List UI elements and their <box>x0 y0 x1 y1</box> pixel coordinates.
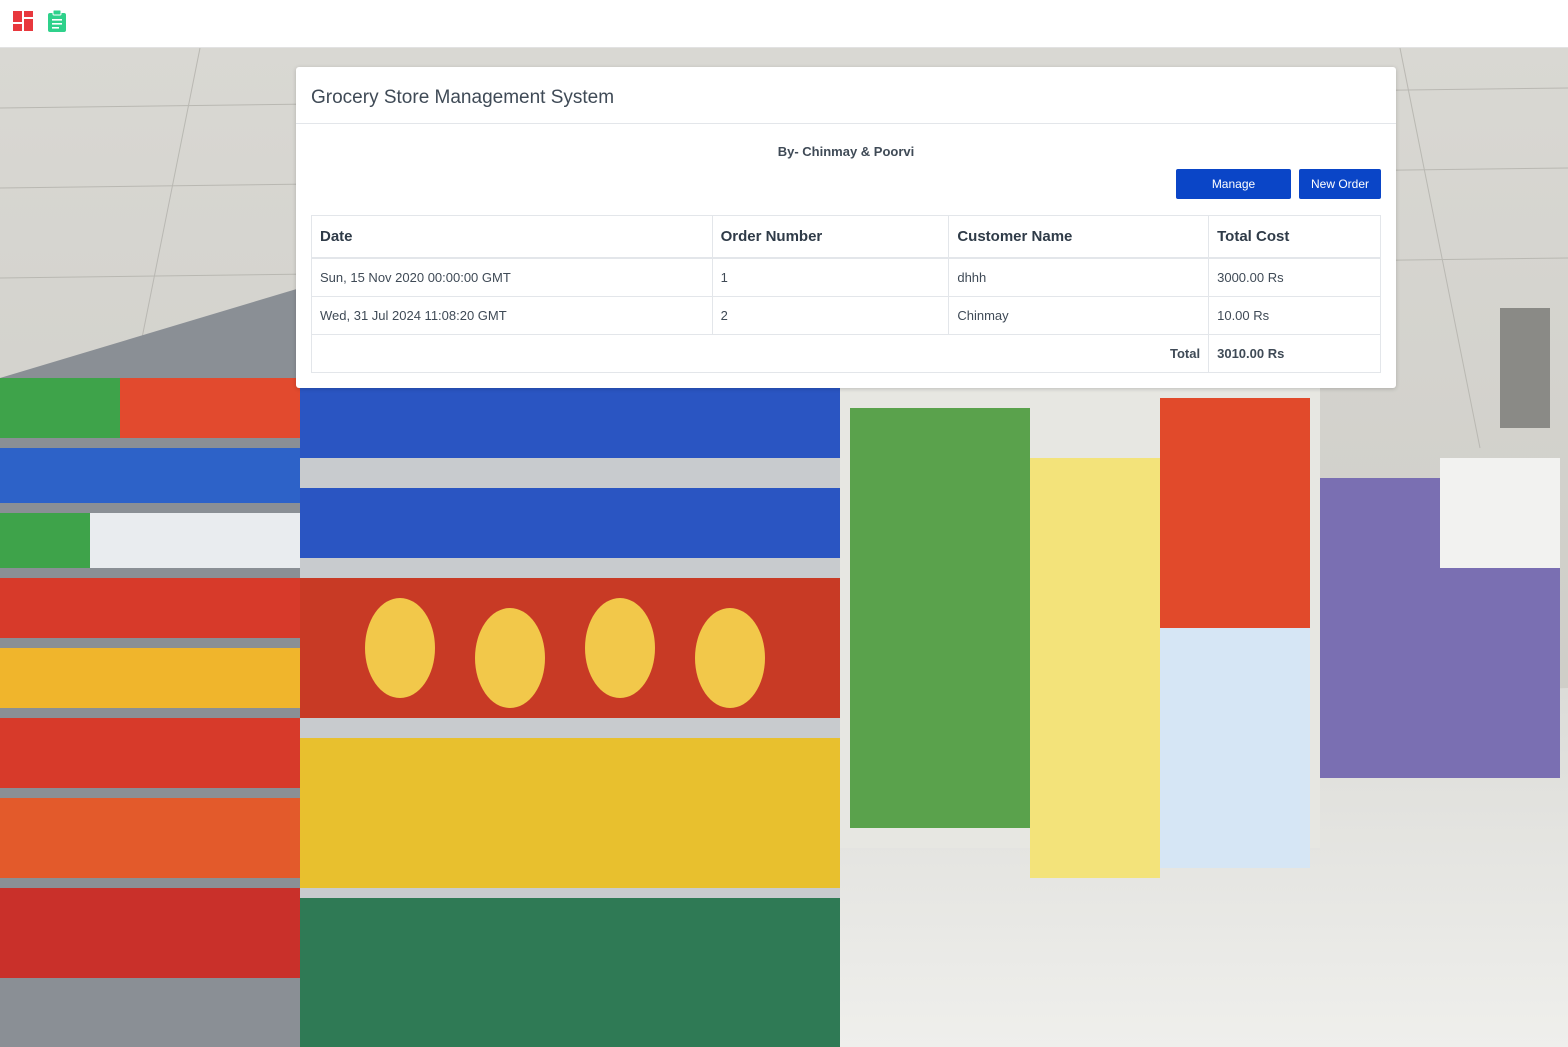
manage-products-button[interactable]: Manage Products <box>1176 169 1291 221</box>
table-header-row: Date Order Number Customer Name Total Co… <box>311 215 1381 259</box>
header-date: Date <box>311 215 713 259</box>
orders-table: Date Order Number Customer Name Total Co… <box>310 215 1381 373</box>
cell-total-cost: 10.00 Rs <box>1208 296 1381 335</box>
dashboard-icon[interactable] <box>12 10 34 32</box>
cell-customer-name: Chinmay <box>948 296 1210 335</box>
cell-date: Sun, 15 Nov 2020 00:00:00 GMT <box>311 257 713 297</box>
top-navbar <box>0 0 1568 48</box>
table-row: Sun, 15 Nov 2020 00:00:00 GMT 1 dhhh 300… <box>311 257 1381 297</box>
main-card: Grocery Store Management System By- Chin… <box>296 67 1396 388</box>
header-total-cost: Total Cost <box>1208 215 1381 259</box>
new-order-button[interactable]: New Order <box>1299 169 1381 199</box>
cell-order-number: 1 <box>711 257 950 297</box>
clipboard-icon[interactable] <box>46 9 68 32</box>
cell-total-cost: 3000.00 Rs <box>1208 257 1381 297</box>
total-value: 3010.00 Rs <box>1208 334 1381 373</box>
total-label: Total <box>310 334 1210 373</box>
header-customer-name: Customer Name <box>948 215 1210 259</box>
header-order-number: Order Number <box>711 215 950 259</box>
cell-customer-name: dhhh <box>948 257 1210 297</box>
total-row: Total 3010.00 Rs <box>310 334 1381 373</box>
cell-date: Wed, 31 Jul 2024 11:08:20 GMT <box>311 296 713 335</box>
authors-subtitle: By- Chinmay & Poorvi <box>777 144 915 159</box>
card-title: Grocery Store Management System <box>296 67 1396 124</box>
cell-order-number: 2 <box>711 296 950 335</box>
table-row: Wed, 31 Jul 2024 11:08:20 GMT 2 Chinmay … <box>311 296 1381 335</box>
